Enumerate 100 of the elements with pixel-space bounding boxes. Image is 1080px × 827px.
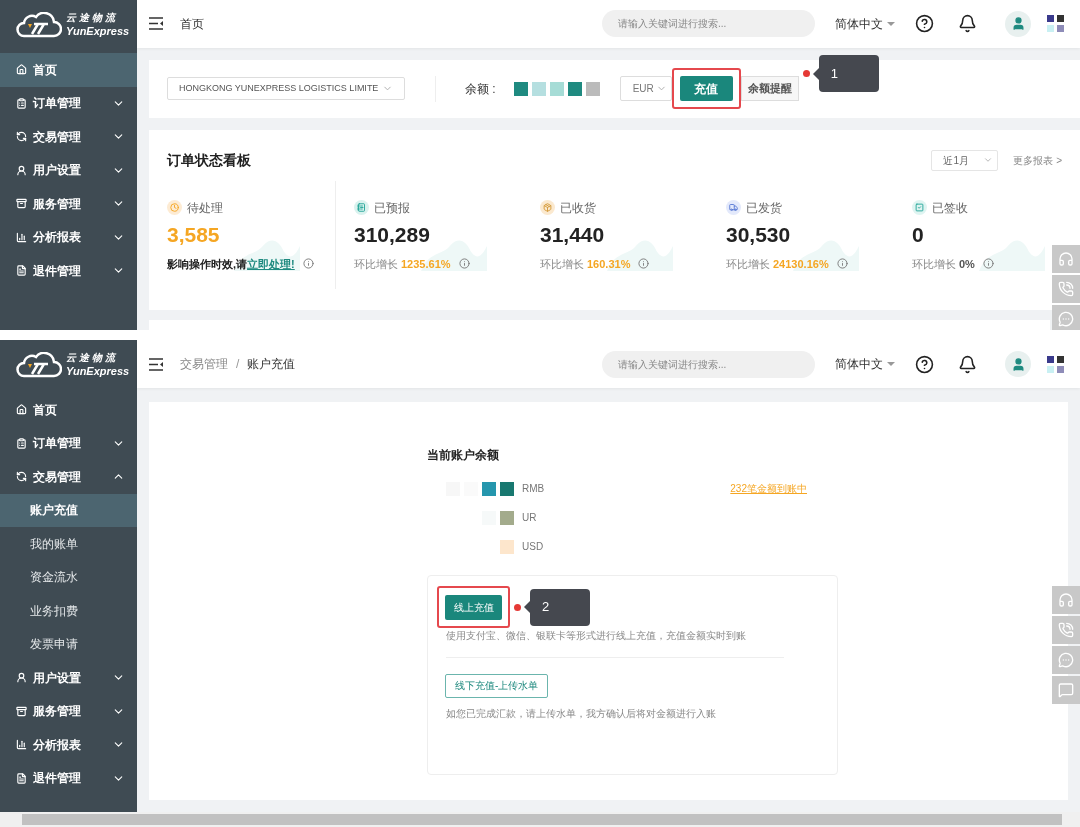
stat-value: 3,585 — [167, 221, 221, 248]
menu-collapse-icon[interactable] — [149, 357, 164, 371]
menu-icon — [16, 772, 27, 784]
more-reports-link[interactable]: 更多报表 > — [1013, 152, 1062, 168]
growth-label: 环比增长 — [726, 256, 770, 272]
notification-bell-icon[interactable] — [958, 354, 977, 374]
sidebar-menu-item[interactable]: 用户设置 — [0, 661, 137, 695]
stat-label: 已收货 — [560, 199, 596, 217]
sidebar-menu-item[interactable]: 订单管理 — [0, 86, 137, 120]
stat-label: 待处理 — [187, 199, 223, 217]
checkmark-icon — [912, 200, 927, 216]
redacted-mosaic — [446, 481, 514, 496]
floating-tool-button[interactable] — [1052, 616, 1080, 644]
stat-value: 30,530 — [726, 221, 792, 248]
floating-tool-button[interactable] — [1052, 646, 1080, 674]
help-icon[interactable] — [915, 14, 934, 34]
cloud-logo-icon — [16, 12, 62, 38]
breadcrumb-item[interactable]: 交易管理 — [180, 355, 228, 373]
help-icon[interactable] — [915, 354, 934, 374]
menu-icon — [16, 471, 27, 483]
online-recharge-button[interactable]: 线上充值 — [445, 595, 502, 620]
redacted-mosaic — [500, 539, 514, 554]
floating-tool-button[interactable] — [1052, 305, 1080, 330]
headset-icon — [1058, 592, 1074, 608]
menu-icon — [16, 705, 27, 717]
menu-icon — [16, 231, 27, 243]
sidebar-submenu-item[interactable]: 账户充值 — [0, 493, 137, 527]
sidebar-menu-item[interactable]: 分析报表 — [0, 220, 137, 254]
dashboard-title: 订单状态看板 — [167, 150, 251, 170]
recharge-button[interactable]: 充值 — [679, 76, 733, 102]
growth-label: 环比增长 — [354, 256, 398, 272]
menu-icon — [16, 437, 27, 449]
phone-icon — [1058, 281, 1074, 297]
caret-icon — [887, 362, 895, 366]
stat-label: 已预报 — [374, 199, 410, 217]
info-icon[interactable] — [836, 258, 848, 270]
sidebar-menu-item[interactable]: 交易管理 — [0, 120, 137, 154]
sidebar-submenu-item[interactable]: 资金流水 — [0, 560, 137, 594]
sidebar-menu-item[interactable]: 首页 — [0, 393, 137, 427]
floating-tool-button[interactable] — [1052, 275, 1080, 303]
process-now-link[interactable]: 立即处理! — [247, 255, 295, 273]
message-icon — [1058, 682, 1074, 698]
search-field[interactable]: 请输入关键词进行搜索... — [602, 350, 815, 378]
sidebar-menu-item[interactable]: 分析报表 — [0, 728, 137, 762]
sidebar-menu-item[interactable]: 用户设置 — [0, 153, 137, 187]
callout-label: 2 — [524, 588, 590, 626]
redacted-mosaic — [482, 510, 514, 525]
redacted-mosaic — [1047, 355, 1064, 373]
menu-icon — [16, 404, 27, 416]
info-icon[interactable] — [982, 258, 994, 270]
stat-value: 31,440 — [540, 221, 606, 248]
menu-icon — [16, 198, 27, 210]
language-selector[interactable]: 简体中文 — [835, 14, 895, 33]
balance-title: 当前账户余额 — [427, 447, 500, 464]
floating-tool-button[interactable] — [1052, 676, 1080, 704]
horizontal-scrollbar[interactable] — [0, 812, 1080, 827]
stat-label: 已签收 — [932, 199, 968, 217]
info-icon[interactable] — [638, 258, 650, 270]
currency-select[interactable]: EUR — [619, 76, 672, 102]
floating-tool-button[interactable] — [1052, 245, 1080, 273]
breadcrumb-separator: / — [236, 356, 240, 373]
user-avatar[interactable] — [1005, 351, 1031, 377]
period-select[interactable]: 近1月 — [931, 149, 999, 171]
redacted-mosaic — [1047, 15, 1064, 33]
sidebar-submenu-item[interactable]: 发票申请 — [0, 627, 137, 661]
cloud-logo-icon — [16, 352, 62, 378]
growth-value: 160.31% — [587, 256, 631, 272]
floating-tool-button[interactable] — [1052, 586, 1080, 614]
sidebar-menu-item[interactable]: 交易管理 — [0, 460, 137, 494]
sidebar-submenu-item[interactable]: 业务扣费 — [0, 594, 137, 628]
logo-chinese-name: 云途物流 — [66, 13, 119, 23]
info-icon[interactable] — [302, 258, 314, 270]
menu-icon — [16, 64, 27, 76]
sidebar-menu-item[interactable]: 服务管理 — [0, 187, 137, 221]
sidebar-menu-item[interactable]: 首页 — [0, 53, 137, 87]
headset-icon — [1058, 251, 1074, 267]
balance-reminder-button[interactable]: 余额提醒 — [740, 76, 799, 102]
search-field[interactable]: 请输入关键词进行搜索... — [602, 10, 815, 38]
balance-label: 余额 : — [465, 80, 496, 98]
sidebar-menu-item[interactable]: 服务管理 — [0, 694, 137, 728]
sidebar-submenu-item[interactable]: 我的账单 — [0, 527, 137, 561]
logo-chinese-name: 云途物流 — [66, 353, 119, 363]
company-select[interactable]: HONGKONG YUNEXPRESS LOGISTICS LIMITE — [167, 77, 405, 101]
stat-value: 310,289 — [354, 221, 431, 248]
breadcrumb-item: 首页 — [180, 15, 204, 33]
sidebar-menu-item[interactable]: 退件管理 — [0, 254, 137, 288]
growth-label: 环比增长 — [912, 256, 956, 272]
language-selector[interactable]: 简体中文 — [835, 355, 895, 373]
offline-recharge-button[interactable]: 线下充值-上传水单 — [445, 673, 549, 698]
growth-value: 24130.16% — [773, 256, 829, 272]
caret-icon — [887, 21, 895, 26]
sidebar-menu-item[interactable]: 退件管理 — [0, 761, 137, 795]
menu-icon — [16, 97, 27, 109]
menu-collapse-icon[interactable] — [149, 17, 164, 31]
sidebar-menu-item[interactable]: 订单管理 — [0, 426, 137, 460]
currency-code: UR — [522, 511, 537, 525]
phone-icon — [1058, 622, 1074, 638]
user-avatar[interactable] — [1005, 10, 1031, 37]
notification-bell-icon[interactable] — [958, 14, 977, 34]
info-icon[interactable] — [458, 258, 470, 270]
